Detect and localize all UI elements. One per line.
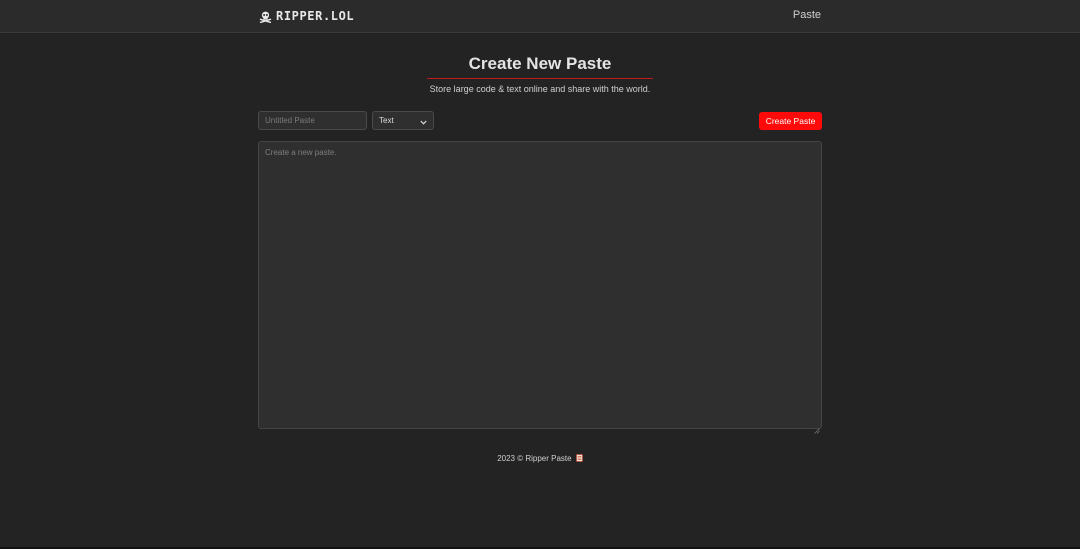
- brand-name: RIPPER.LOL: [276, 9, 355, 23]
- footer-copyright: 2023 © Ripper Paste: [497, 454, 572, 463]
- language-select-value: Text: [379, 116, 394, 125]
- paste-controls: Text Create Paste: [258, 111, 822, 131]
- paste-content-textarea[interactable]: [258, 141, 822, 429]
- language-select[interactable]: Text: [372, 111, 434, 130]
- paste-title-input[interactable]: [258, 111, 367, 130]
- skull-crossbones-icon: [259, 10, 272, 23]
- page-subtitle: Store large code & text online and share…: [429, 84, 651, 94]
- page-footer: 2023 © Ripper Paste: [0, 454, 1080, 463]
- chevron-down-icon: [420, 118, 427, 125]
- brand-logo-link[interactable]: RIPPER.LOL: [259, 8, 354, 24]
- nav-link-paste[interactable]: Paste: [793, 9, 821, 21]
- create-paste-button[interactable]: Create Paste: [759, 112, 822, 130]
- top-navbar: RIPPER.LOL Paste: [0, 0, 1080, 33]
- page-header: Create New Paste Store large code & text…: [0, 54, 1080, 94]
- title-underline: [427, 78, 653, 79]
- resize-grip-icon[interactable]: [814, 421, 820, 434]
- page-title: Create New Paste: [468, 54, 612, 73]
- scroll-icon: [576, 454, 583, 462]
